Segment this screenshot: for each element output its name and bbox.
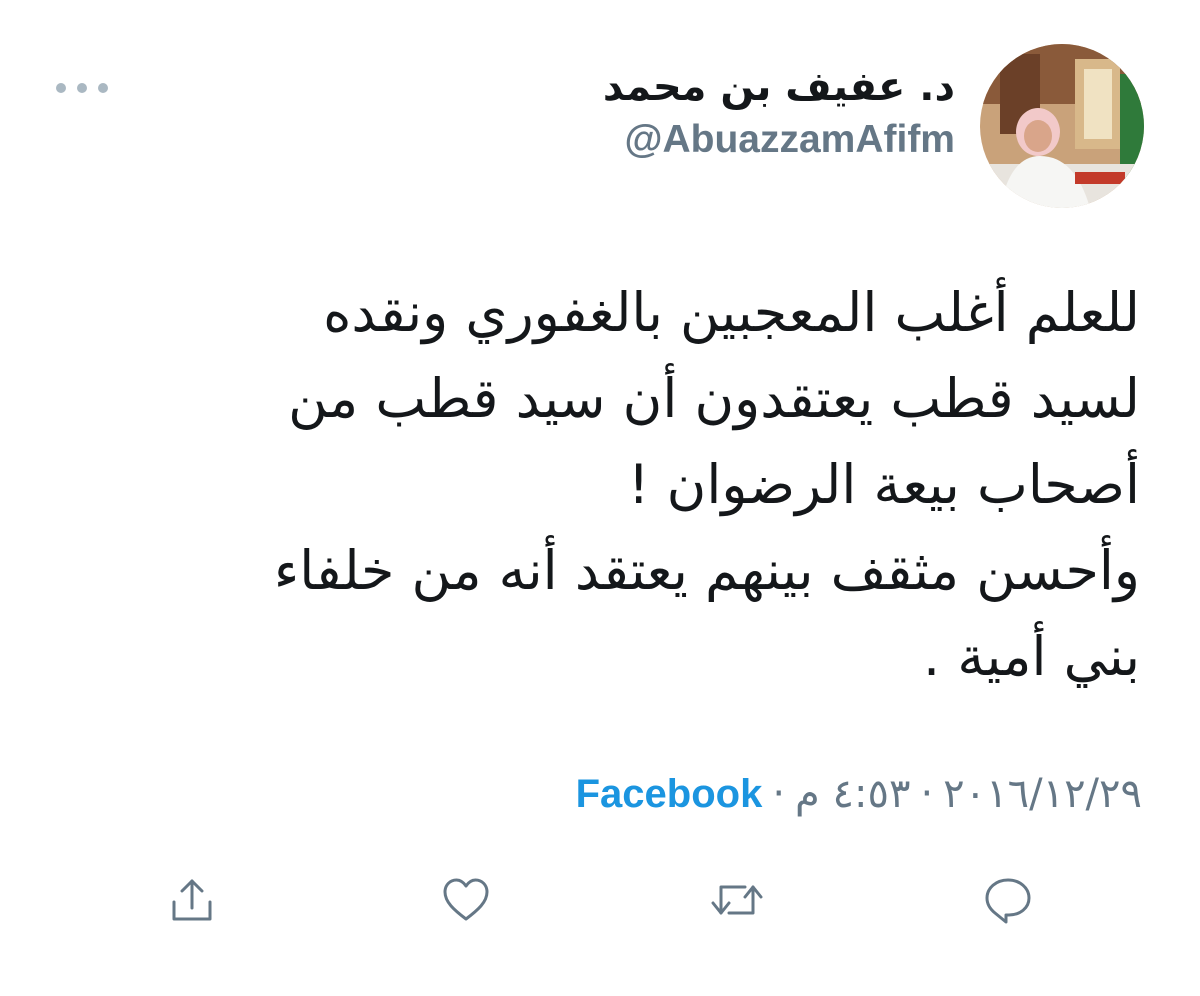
tweet-text-line: لسيد قطب يعتقدون أن سيد قطب من [288, 367, 1140, 430]
avatar-image [980, 44, 1144, 208]
tweet-text-line: أصحاب بيعة الرضوان ! [627, 453, 1140, 516]
meta-separator: · [920, 771, 934, 817]
like-button[interactable] [434, 868, 498, 932]
tweet-text-line: للعلم أغلب المعجبين بالغفوري ونقده [323, 281, 1140, 344]
tweet-text-line: وأحسن مثقف بينهم يعتقد أنه من خلفاء [273, 539, 1140, 602]
reply-button[interactable] [976, 868, 1040, 932]
tweet-date[interactable]: ٢٠١٦/١٢/٢٩ [943, 771, 1142, 817]
more-options-button[interactable] [56, 74, 108, 102]
share-button[interactable] [160, 868, 224, 932]
tweet-time[interactable]: ٤:٥٣ م [795, 771, 910, 817]
author-block[interactable]: د. عفيف بن محمد @AbuazzamAfifm [603, 60, 955, 164]
like-icon [443, 878, 489, 921]
tweet-meta: ٢٠١٦/١٢/٢٩·٤:٥٣ م·Facebook [576, 764, 1142, 824]
tweet-text: للعلم أغلب المعجبين بالغفوري ونقده لسيد … [40, 270, 1140, 700]
reply-icon [985, 878, 1031, 924]
retweet-icon [711, 885, 763, 915]
more-dot-icon [56, 83, 66, 93]
tweet-text-line: بني أمية . [922, 625, 1140, 688]
tweet-source-link[interactable]: Facebook [576, 772, 763, 816]
more-dot-icon [77, 83, 87, 93]
author-display-name[interactable]: د. عفيف بن محمد [603, 60, 955, 114]
share-icon [172, 879, 212, 921]
retweet-button[interactable] [705, 868, 769, 932]
author-handle[interactable]: @AbuazzamAfifm [603, 116, 955, 164]
tweet-card: د. عفيف بن محمد @AbuazzamAfifm للعلم أغل… [0, 0, 1200, 996]
avatar[interactable] [980, 44, 1144, 208]
tweet-actions [0, 868, 1200, 932]
meta-separator: · [772, 771, 786, 817]
more-dot-icon [98, 83, 108, 93]
